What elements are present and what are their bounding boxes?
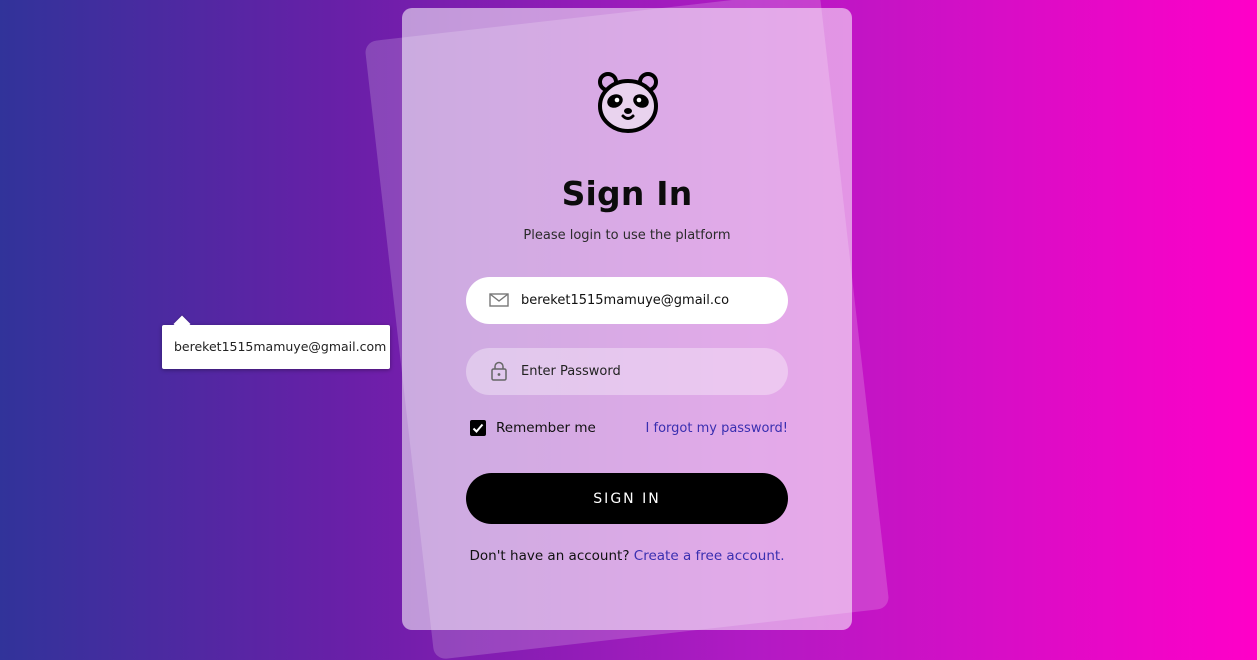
- create-account-link[interactable]: Create a free account.: [634, 548, 785, 564]
- autocomplete-suggestion[interactable]: bereket1515mamuye@gmail.com: [162, 325, 390, 369]
- forgot-password-link[interactable]: I forgot my password!: [646, 421, 788, 436]
- signup-prompt: Don't have an account? Create a free acc…: [402, 548, 852, 564]
- lock-icon: [491, 361, 507, 381]
- remember-checkbox[interactable]: [470, 420, 486, 436]
- checkmark-icon: [472, 423, 484, 433]
- password-field[interactable]: [466, 348, 788, 395]
- page-title: Sign In: [561, 174, 693, 213]
- remember-me[interactable]: Remember me: [470, 420, 596, 436]
- signin-card: Sign In Please login to use the platform…: [402, 8, 852, 630]
- remember-label: Remember me: [496, 420, 596, 436]
- mail-icon: [489, 293, 509, 307]
- page-subtitle: Please login to use the platform: [523, 228, 731, 243]
- sign-in-button[interactable]: SIGN IN: [466, 473, 788, 524]
- signup-prompt-text: Don't have an account?: [469, 548, 630, 564]
- autocomplete-suggestion-text: bereket1515mamuye@gmail.com: [174, 339, 387, 354]
- password-input[interactable]: [521, 348, 771, 395]
- panda-logo-icon: [598, 72, 658, 133]
- email-input[interactable]: [521, 277, 771, 324]
- email-field[interactable]: [466, 277, 788, 324]
